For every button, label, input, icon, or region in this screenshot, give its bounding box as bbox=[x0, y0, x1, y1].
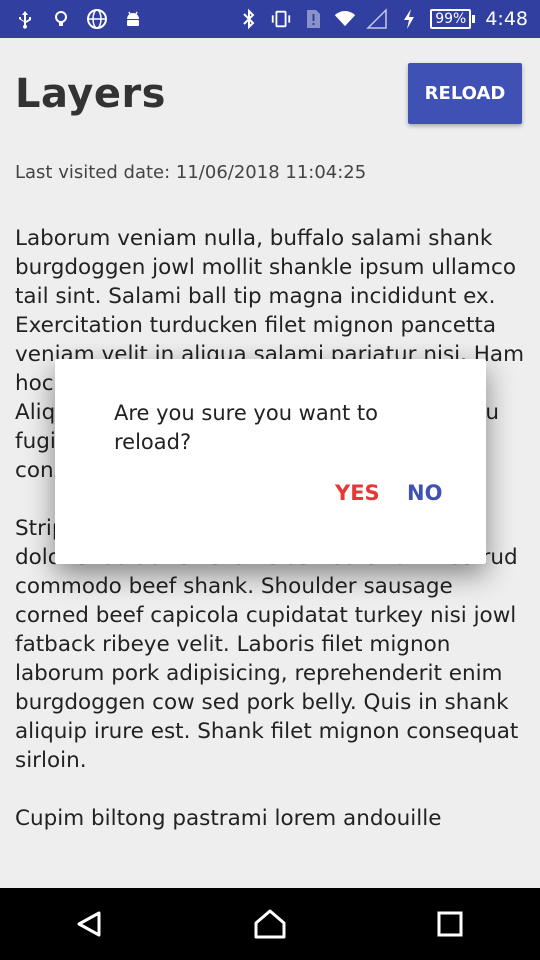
navigation-bar bbox=[0, 888, 540, 960]
back-icon[interactable] bbox=[60, 894, 120, 954]
dialog-message: Are you sure you want to reload? bbox=[114, 401, 379, 454]
yes-button[interactable]: YES bbox=[329, 477, 386, 509]
recents-icon[interactable] bbox=[420, 894, 480, 954]
no-button[interactable]: NO bbox=[401, 477, 448, 509]
home-icon[interactable] bbox=[240, 894, 300, 954]
confirm-dialog: Are you sure you want to reload? YES NO bbox=[55, 359, 486, 564]
